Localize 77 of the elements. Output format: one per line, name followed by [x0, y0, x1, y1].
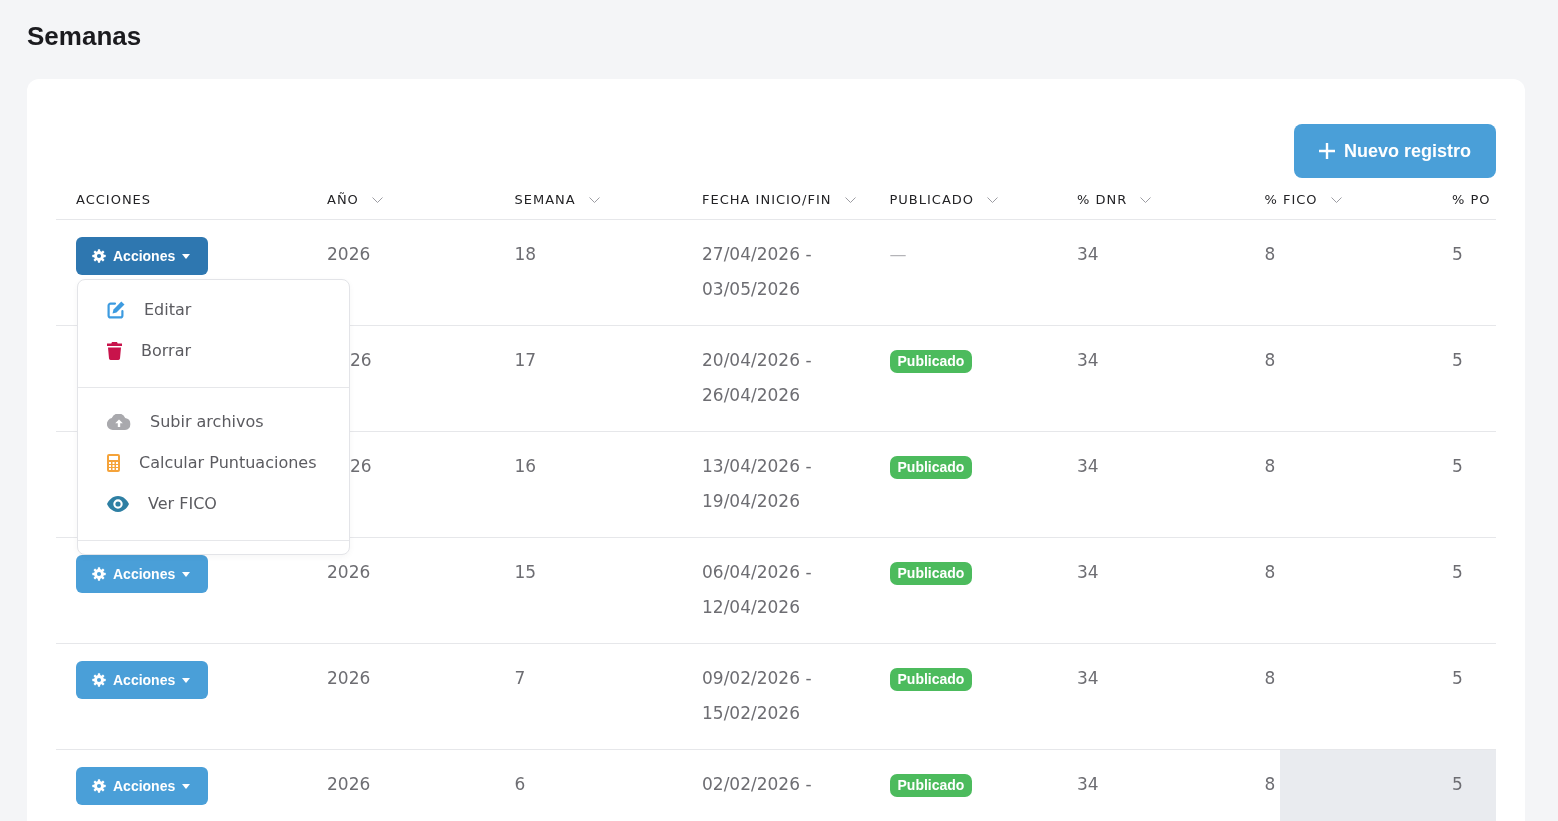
- dnr-value: 34: [1077, 668, 1099, 688]
- date-range: 09/02/2026 - 15/02/2026: [702, 667, 813, 725]
- week-value: 17: [514, 350, 537, 370]
- week-value: 16: [514, 456, 537, 476]
- fico-value: 8: [1264, 562, 1276, 582]
- column-header[interactable]: FECHA INICIO/FIN: [702, 192, 856, 207]
- gear-icon: [92, 567, 106, 581]
- dnr-value: 34: [1077, 562, 1099, 582]
- gear-icon: [92, 249, 106, 263]
- date-range: 27/04/2026 - 03/05/2026: [702, 243, 813, 301]
- chevron-down-icon: [371, 196, 383, 203]
- column-header[interactable]: SEMANA: [514, 192, 600, 207]
- trash-icon: [107, 341, 122, 360]
- page-title: Semanas: [27, 20, 142, 52]
- column-header[interactable]: % DNR: [1077, 192, 1152, 207]
- caret-icon: [182, 571, 191, 577]
- menu-item[interactable]: Calcular Puntuaciones: [78, 442, 349, 483]
- column-header: ACCIONES: [76, 192, 152, 207]
- week-value: 6: [514, 774, 526, 794]
- caret-icon: [182, 677, 191, 683]
- published-badge: Publicado: [889, 455, 973, 479]
- column-header[interactable]: % FICO: [1264, 192, 1342, 207]
- empty-dash: —: [889, 244, 907, 264]
- fico-value: 8: [1264, 456, 1276, 476]
- dnr-value: 34: [1077, 456, 1099, 476]
- menu-item[interactable]: Editar: [78, 289, 349, 330]
- menu-item[interactable]: Borrar: [78, 330, 349, 371]
- date-range: 20/04/2026 - 26/04/2026: [702, 349, 813, 407]
- fico-value: 8: [1264, 244, 1276, 264]
- year-value: 26: [350, 350, 372, 370]
- gear-icon: [92, 779, 106, 793]
- pod-value: 5: [1452, 774, 1463, 794]
- chevron-down-icon: [1330, 196, 1342, 203]
- year-value: 2026: [327, 774, 371, 794]
- chevron-down-icon: [844, 196, 856, 203]
- calculator-icon: [107, 453, 120, 472]
- pod-value: 5: [1452, 244, 1463, 264]
- pod-value: 5: [1452, 668, 1463, 688]
- dnr-value: 34: [1077, 774, 1099, 794]
- column-header[interactable]: PUBLICADO: [889, 192, 999, 207]
- caret-icon: [182, 253, 191, 259]
- fico-value: 8: [1264, 668, 1276, 688]
- year-value: 2026: [327, 668, 371, 688]
- cloud-upload-icon: [107, 413, 131, 430]
- column-header: % PO: [1452, 192, 1491, 207]
- menu-item[interactable]: Subir archivos: [78, 401, 349, 442]
- week-value: 7: [514, 668, 526, 688]
- year-value: 2026: [327, 562, 371, 582]
- year-value: 26: [350, 456, 372, 476]
- published-badge: Publicado: [889, 349, 973, 373]
- week-value: 15: [514, 562, 537, 582]
- dnr-value: 34: [1077, 244, 1099, 264]
- gear-icon: [92, 673, 106, 687]
- chevron-down-icon: [588, 196, 600, 203]
- actions-button[interactable]: Acciones: [76, 237, 208, 275]
- column-header[interactable]: AÑO: [327, 192, 383, 207]
- fico-value: 8: [1264, 350, 1276, 370]
- menu-item[interactable]: Ver FICO: [78, 483, 349, 524]
- eye-icon: [107, 495, 129, 512]
- pod-value: 5: [1452, 562, 1463, 582]
- plus-icon: [1318, 143, 1335, 159]
- pod-value: 5: [1452, 456, 1463, 476]
- week-value: 18: [514, 244, 537, 264]
- date-range: 06/04/2026 - 12/04/2026: [702, 561, 813, 619]
- date-range: 13/04/2026 - 19/04/2026: [702, 455, 813, 513]
- chevron-down-icon: [987, 196, 999, 203]
- pencil-square-icon: [107, 300, 125, 319]
- published-badge: Publicado: [889, 773, 973, 797]
- fico-value: 8: [1264, 774, 1276, 794]
- year-value: 2026: [327, 244, 371, 264]
- chevron-down-icon: [1140, 196, 1152, 203]
- dnr-value: 34: [1077, 350, 1099, 370]
- date-range: 02/02/2026 -: [702, 773, 812, 796]
- pod-value: 5: [1452, 350, 1463, 370]
- published-badge: Publicado: [889, 561, 973, 585]
- caret-icon: [182, 783, 191, 789]
- published-badge: Publicado: [889, 667, 973, 691]
